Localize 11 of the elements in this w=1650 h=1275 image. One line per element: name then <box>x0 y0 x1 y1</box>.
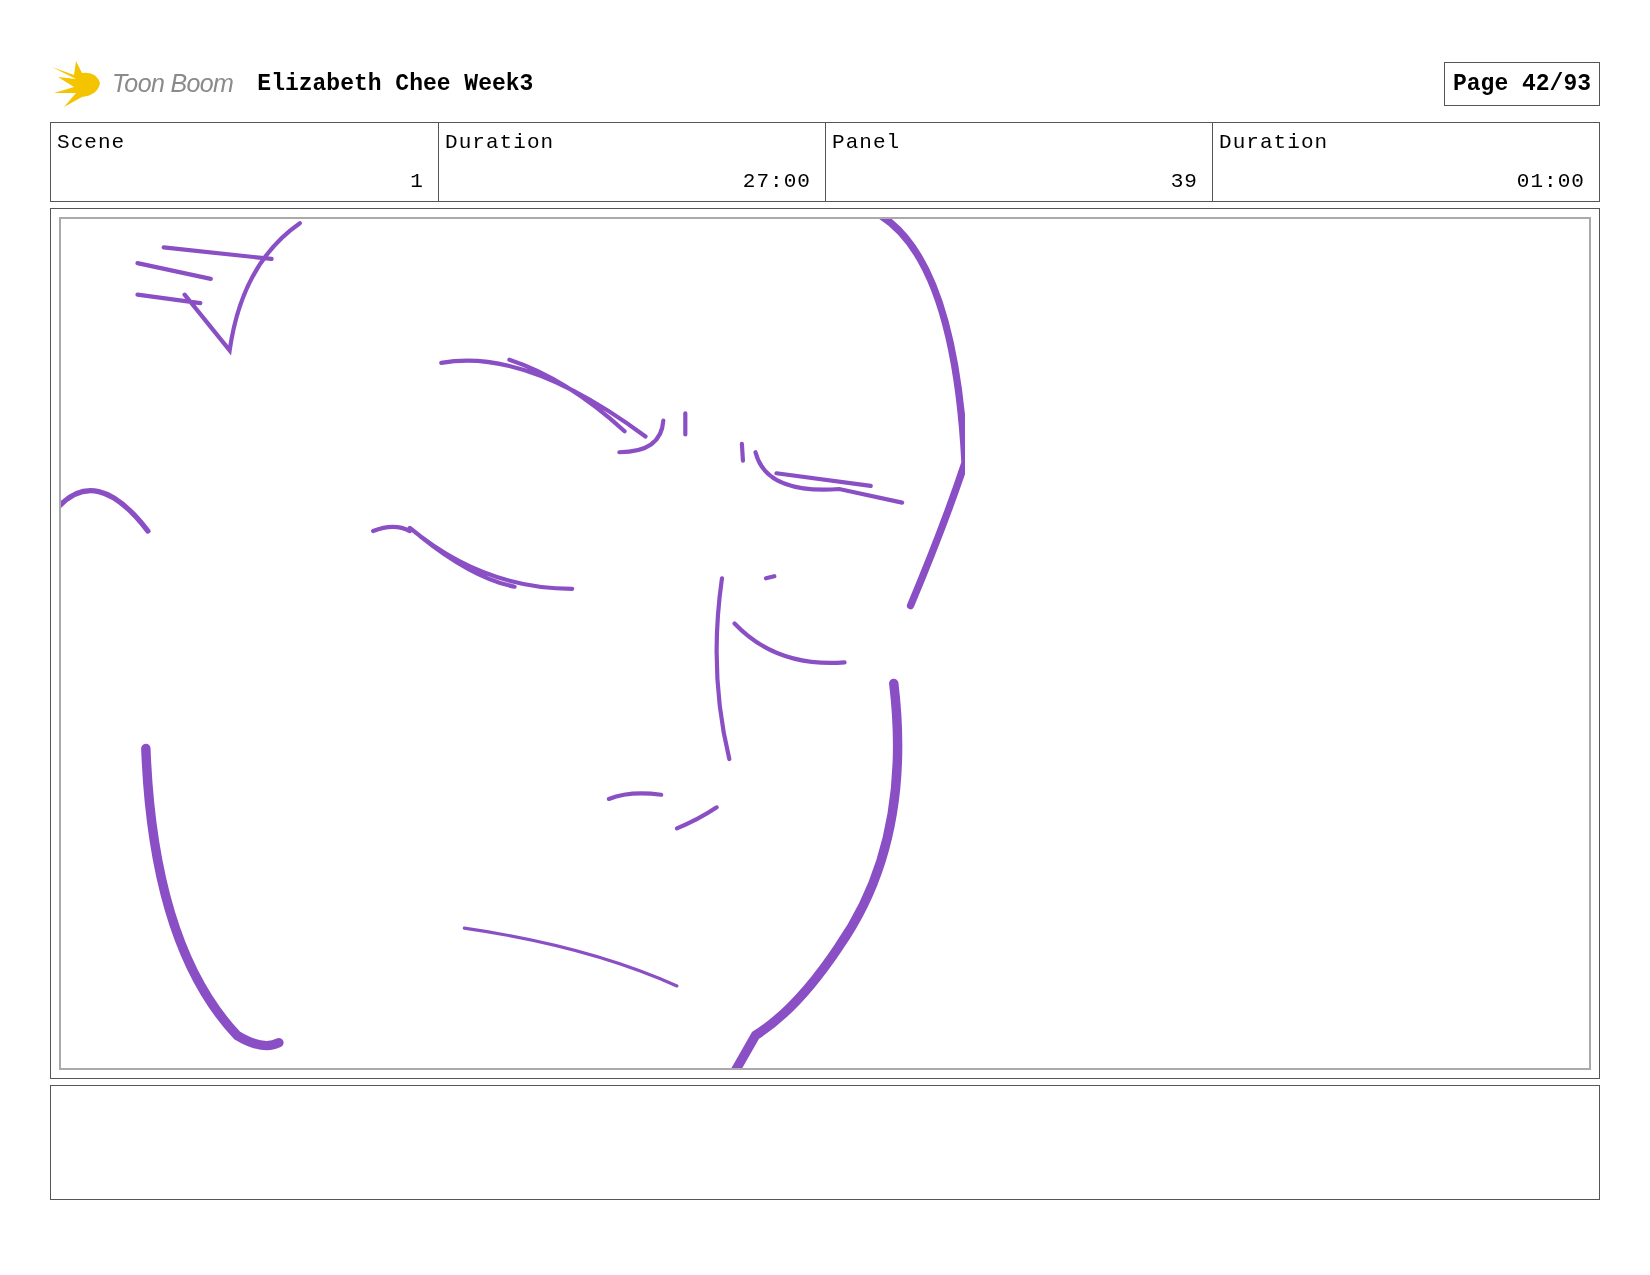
logo-text: Toon Boom <box>112 68 234 100</box>
field-value: 39 <box>1170 168 1198 195</box>
field-label: Duration <box>445 130 556 156</box>
field-value: 01:00 <box>1516 168 1585 195</box>
page-number: Page 42/93 <box>1443 61 1600 107</box>
field-label: Duration <box>1219 130 1330 156</box>
field-label: Panel <box>832 130 902 156</box>
field-label: Scene <box>57 130 127 156</box>
field-value: 1 <box>410 168 424 195</box>
document-title: Elizabeth Chee Week3 <box>257 69 534 99</box>
field-value: 27:00 <box>742 168 811 195</box>
